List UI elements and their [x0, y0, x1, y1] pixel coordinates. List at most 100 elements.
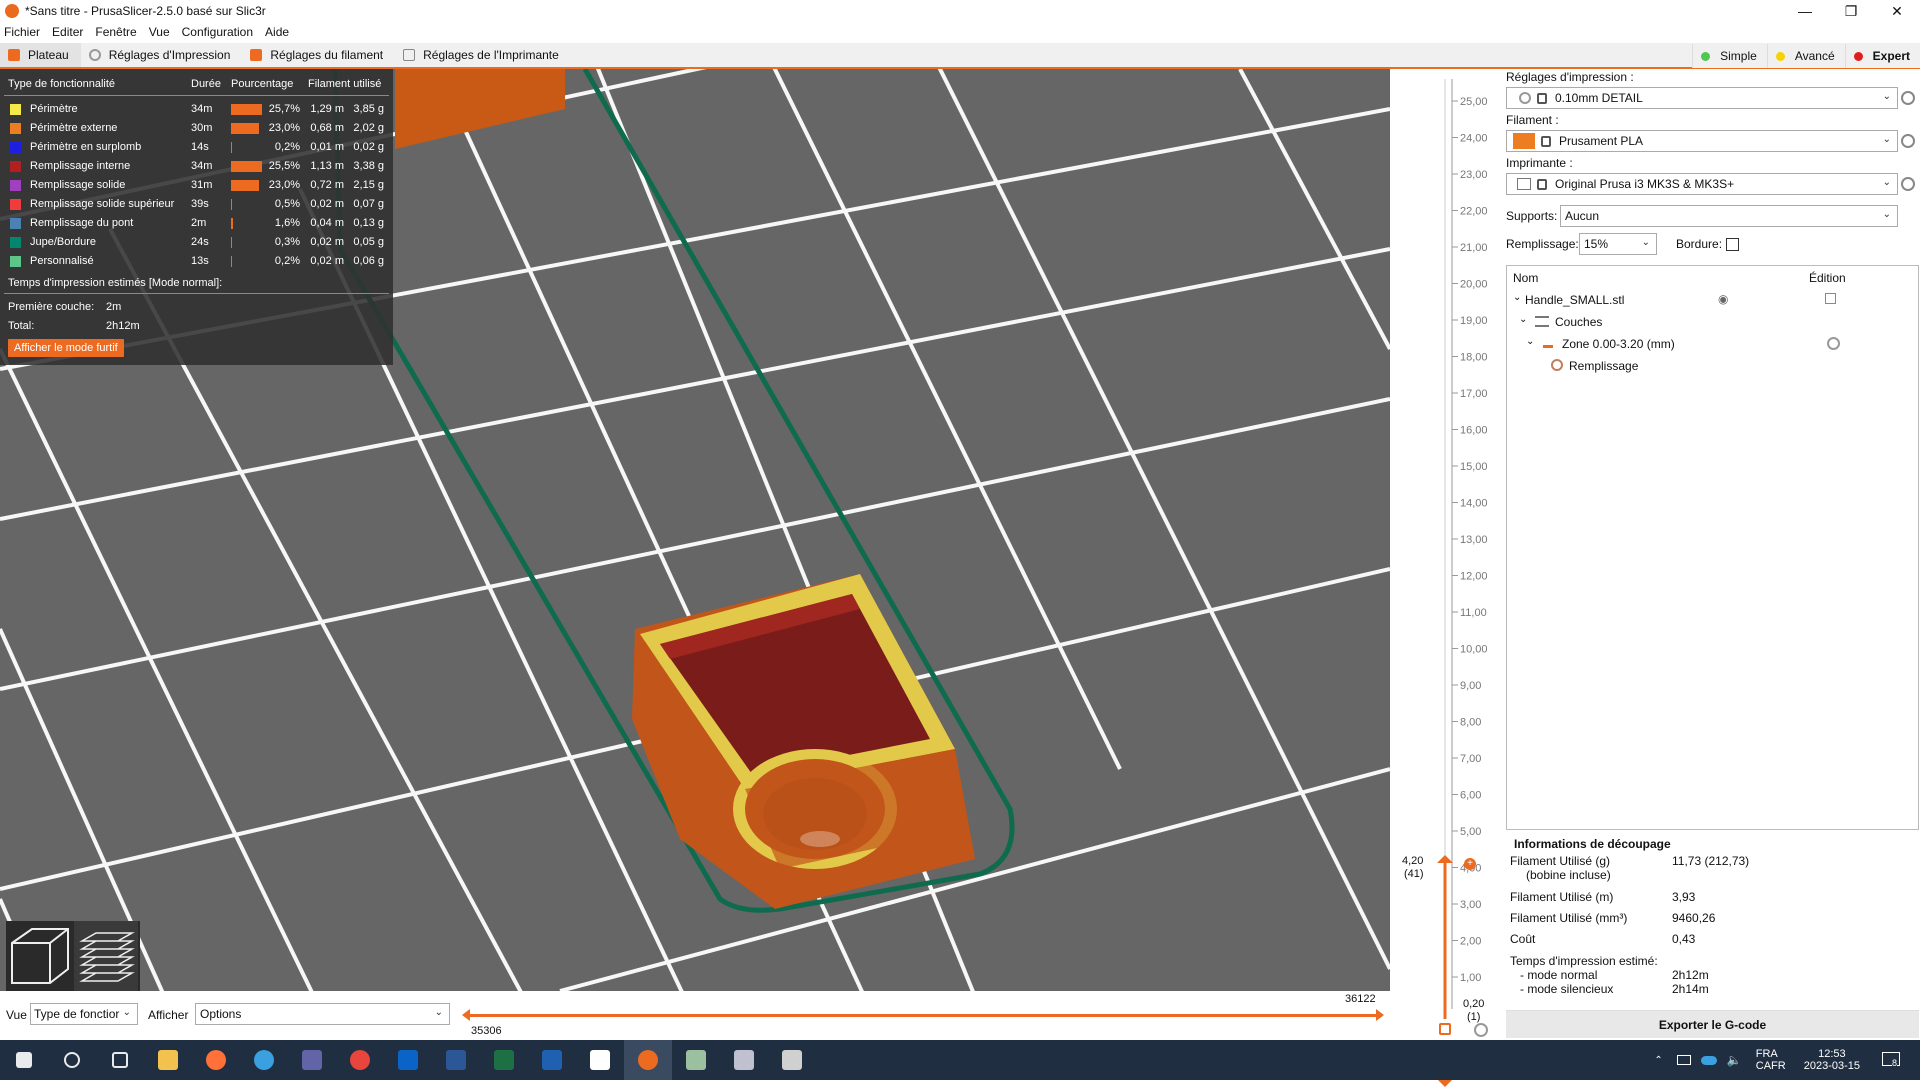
slider-top-handle[interactable]: [1437, 855, 1453, 863]
cog-icon[interactable]: [1474, 1023, 1488, 1037]
filament-combo[interactable]: Prusament PLA ⌄: [1506, 130, 1898, 152]
app-icon-b[interactable]: [720, 1040, 768, 1080]
infill-combo[interactable]: 15% ⌄: [1579, 233, 1657, 255]
show-options-combo[interactable]: Options ⌄: [195, 1003, 450, 1025]
document-icon[interactable]: [576, 1040, 624, 1080]
maximize-icon[interactable]: ❐: [1828, 0, 1874, 22]
estimate-title: Temps d'impression estimés [Mode normal]…: [8, 277, 223, 289]
menu-fichier[interactable]: Fichier: [4, 25, 40, 39]
edit-filament-settings-icon[interactable]: [1901, 134, 1915, 148]
chrome-icon-glyph: [350, 1050, 370, 1070]
legend-row[interactable]: Périmètre externe 30m 23,0% 0,68 m 2,02 g: [0, 119, 393, 138]
network-icon[interactable]: [1676, 1055, 1691, 1065]
tree-object-item[interactable]: Handle_SMALL.stl: [1525, 293, 1624, 307]
chevron-down-icon[interactable]: ⌄: [1526, 336, 1534, 347]
onedrive-icon[interactable]: [1700, 1055, 1717, 1065]
minimize-icon[interactable]: —: [1782, 0, 1828, 22]
chevron-down-icon: ⌄: [1882, 91, 1891, 102]
tree-zone-item[interactable]: Zone 0.00-3.20 (mm): [1562, 337, 1675, 351]
legend-row[interactable]: Remplissage solide supérieur 39s 0,5% 0,02 …: [0, 195, 393, 214]
brim-checkbox[interactable]: [1726, 238, 1739, 251]
edit-printer-settings-icon[interactable]: [1901, 177, 1915, 191]
volume-icon[interactable]: 🔈: [1727, 1053, 1742, 1067]
mode-simple[interactable]: Simple: [1692, 44, 1767, 68]
excel-icon[interactable]: [480, 1040, 528, 1080]
edit-object-icon[interactable]: [1825, 293, 1836, 304]
edit-print-settings-icon[interactable]: [1901, 91, 1915, 105]
prusaslicer-icon[interactable]: [624, 1040, 672, 1080]
word-icon[interactable]: [432, 1040, 480, 1080]
language-indicator[interactable]: FRA CAFR: [1756, 1048, 1786, 1072]
search-icon[interactable]: [48, 1040, 96, 1080]
keyboard-en-icon[interactable]: [528, 1040, 576, 1080]
slider-bottom-handle[interactable]: [1437, 1079, 1453, 1087]
legend-feature-name: Périmètre: [30, 103, 78, 115]
tab-filament-settings[interactable]: Réglages du filament: [242, 43, 395, 67]
3d-view-icon[interactable]: [11, 928, 69, 984]
legend-percent-bar: [231, 218, 233, 229]
cog-icon[interactable]: [1827, 337, 1840, 350]
legend-row[interactable]: Remplissage solide 31m 23,0% 0,72 m 2,15 g: [0, 176, 393, 195]
legend-feature-name: Jupe/Bordure: [30, 236, 97, 248]
add-color-change-icon[interactable]: +: [1464, 858, 1476, 870]
tab-plateau[interactable]: Plateau: [0, 43, 81, 67]
legend-header-type: Type de fonctionnalité: [8, 78, 116, 90]
tab-print-settings[interactable]: Réglages d'Impression: [81, 43, 243, 67]
menu-fenetre[interactable]: Fenêtre: [95, 25, 136, 39]
chevron-down-icon[interactable]: ⌄: [1519, 314, 1527, 325]
close-icon[interactable]: ✕: [1874, 0, 1920, 22]
legend-header-percent: Pourcentage: [231, 78, 294, 90]
supports-combo[interactable]: Aucun ⌄: [1560, 205, 1898, 227]
show-stealth-mode-button[interactable]: Afficher le mode furtif: [8, 339, 124, 357]
info-label: Coût: [1510, 932, 1536, 946]
app-icon-a[interactable]: [672, 1040, 720, 1080]
export-gcode-button[interactable]: Exporter le G-code: [1506, 1010, 1919, 1038]
chrome-icon[interactable]: [336, 1040, 384, 1080]
mode-expert[interactable]: Expert: [1844, 44, 1920, 68]
mode-label: Simple: [1720, 49, 1757, 63]
outlook-icon[interactable]: [384, 1040, 432, 1080]
filament-color-swatch[interactable]: [1513, 133, 1535, 149]
legend-row[interactable]: Remplissage interne 34m 25,5% 1,13 m 3,38 g: [0, 157, 393, 176]
task-view-icon[interactable]: [96, 1040, 144, 1080]
legend-row[interactable]: Jupe/Bordure 24s 0,3% 0,02 m 0,05 g: [0, 233, 393, 252]
chevron-down-icon[interactable]: ⌄: [1513, 292, 1521, 303]
horizontal-slider-end-handle[interactable]: [1376, 1009, 1384, 1021]
tree-layers-item[interactable]: Couches: [1555, 315, 1602, 329]
legend-row[interactable]: Remplissage du pont 2m 1,6% 0,04 m 0,13 g: [0, 214, 393, 233]
tab-label: Réglages d'Impression: [108, 48, 231, 62]
printer-combo[interactable]: Original Prusa i3 MK3S & MK3S+ ⌄: [1506, 173, 1898, 195]
menu-aide[interactable]: Aide: [265, 25, 289, 39]
lock-icon[interactable]: [1439, 1023, 1451, 1035]
windows-start-icon[interactable]: [0, 1040, 48, 1080]
legend-row[interactable]: Périmètre 34m 25,7% 1,29 m 3,85 g: [0, 100, 393, 119]
task-view-icon-glyph: [112, 1052, 128, 1068]
tab-printer-settings[interactable]: Réglages de l'Imprimante: [395, 43, 571, 67]
horizontal-slider-track[interactable]: [466, 1014, 1382, 1017]
legend-percent-bar: [231, 104, 262, 115]
clock[interactable]: 12:53 2023-03-15: [1804, 1048, 1860, 1072]
app-icon-c[interactable]: [768, 1040, 816, 1080]
layers-view-icon[interactable]: [74, 921, 138, 991]
eye-icon[interactable]: ◉: [1718, 292, 1728, 306]
slider-tick-label: 17,00: [1460, 388, 1488, 400]
tree-infill-item[interactable]: Remplissage: [1569, 359, 1638, 373]
chevron-up-icon[interactable]: ⌃: [1654, 1055, 1662, 1066]
menu-configuration[interactable]: Configuration: [182, 25, 253, 39]
teams-icon[interactable]: [288, 1040, 336, 1080]
mode-advanced[interactable]: Avancé: [1766, 44, 1845, 68]
menu-vue[interactable]: Vue: [149, 25, 170, 39]
menu-editer[interactable]: Editer: [52, 25, 83, 39]
legend-row[interactable]: Personnalisé 13s 0,2% 0,02 m 0,06 g: [0, 252, 393, 271]
edge-icon[interactable]: [240, 1040, 288, 1080]
legend-row[interactable]: Périmètre en surplomb 14s 0,2% 0,01 m 0,02 g: [0, 138, 393, 157]
app-icon-a-glyph: [686, 1050, 706, 1070]
window-title: *Sans titre - PrusaSlicer-2.5.0 basé sur…: [25, 4, 266, 18]
file-explorer-icon[interactable]: [144, 1040, 192, 1080]
horizontal-slider-start-handle[interactable]: [462, 1009, 470, 1021]
info-value: 11,73 (212,73): [1672, 854, 1750, 868]
view-type-combo[interactable]: Type de fonctior ⌄: [30, 1003, 138, 1025]
firefox-icon[interactable]: [192, 1040, 240, 1080]
print-settings-combo[interactable]: 0.10mm DETAIL ⌄: [1506, 87, 1898, 109]
notifications-icon[interactable]: 8: [1882, 1050, 1906, 1070]
